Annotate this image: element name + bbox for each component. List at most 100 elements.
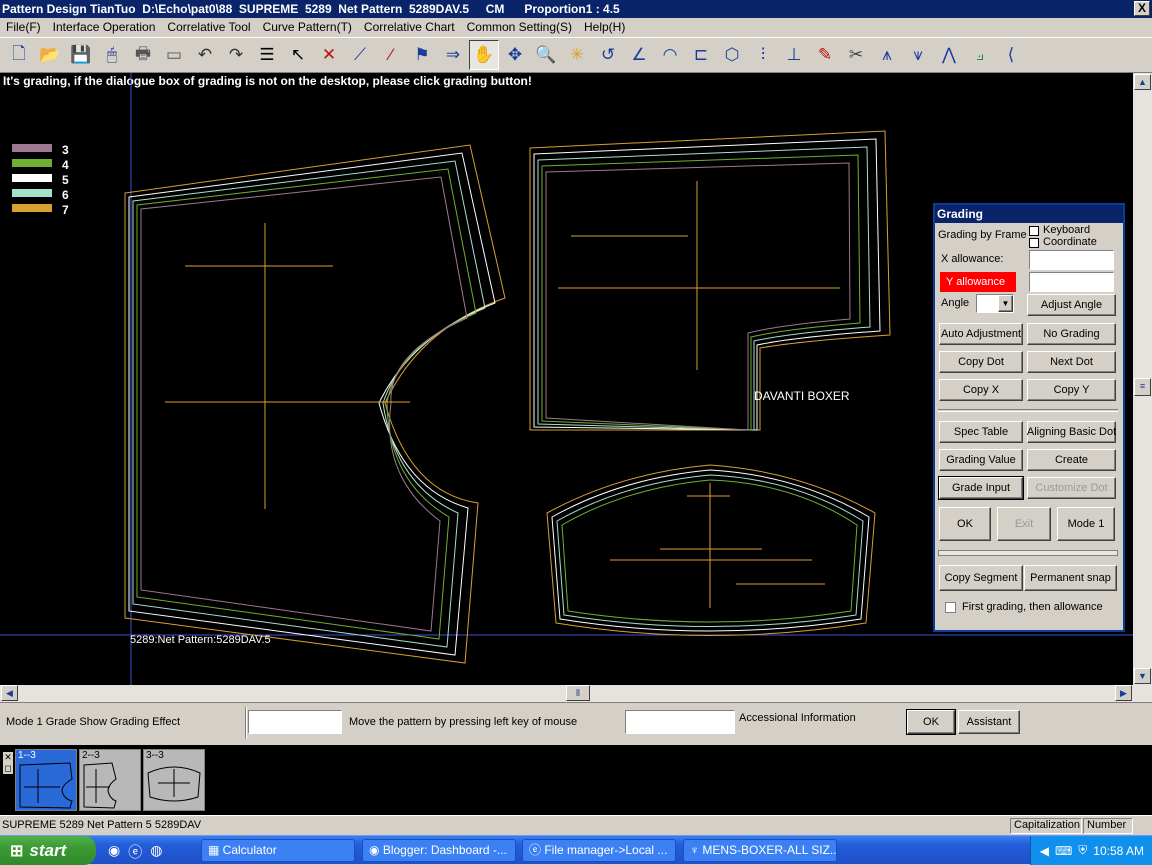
flag-icon[interactable]: ⚑ [407, 40, 437, 70]
printer-icon[interactable]: 🖶 [128, 40, 158, 70]
horizontal-scroll-thumb[interactable]: ⦀ [566, 685, 590, 701]
auto-adjustment-button[interactable]: Auto Adjustment [939, 323, 1023, 345]
tray-arrow-icon[interactable]: ◀ [1040, 844, 1049, 858]
undo-icon[interactable]: ↶ [190, 40, 220, 70]
pan-hand-icon[interactable]: ✋ [469, 40, 499, 70]
ok-button[interactable]: OK [939, 507, 991, 541]
thumbnail-2[interactable]: 2--3 [79, 749, 141, 811]
zigzag-icon[interactable]: ⋀ [934, 40, 964, 70]
scroll-right-icon[interactable]: ▶ [1115, 685, 1132, 701]
measure-icon[interactable]: ⬡ [717, 40, 747, 70]
notch-icon[interactable]: ◠ [655, 40, 685, 70]
task-file-manager[interactable]: ⓔ File manager->Local ... [522, 839, 676, 862]
menu-interface-operation[interactable]: Interface Operation [47, 18, 162, 37]
pant-front-icon[interactable]: ⩚ [872, 40, 902, 70]
mode-status: Mode 1 Grade Show Grading Effect [6, 716, 181, 728]
cross-cut-icon[interactable]: ✕ [314, 40, 344, 70]
ie-icon[interactable]: ⓔ [128, 842, 142, 862]
customize-dot-button[interactable]: Customize Dot [1027, 477, 1116, 499]
pencil-icon[interactable]: ✎ [810, 40, 840, 70]
firefox-icon[interactable]: ◍ [150, 842, 162, 862]
adjust-angle-button[interactable]: Adjust Angle [1027, 294, 1116, 316]
curve-tool-icon[interactable]: ↺ [593, 40, 623, 70]
clock[interactable]: 10:58 AM [1093, 844, 1144, 858]
plotter-icon[interactable]: ▭ [159, 40, 189, 70]
task-blogger[interactable]: ◉ Blogger: Dashboard -... [362, 839, 516, 862]
antivirus-icon[interactable]: ⛨ [1078, 843, 1087, 858]
save-disk-icon[interactable]: 💾 [66, 40, 96, 70]
ruler-icon[interactable]: ⫶ [748, 40, 778, 70]
grading-value-button[interactable]: Grading Value [939, 449, 1023, 471]
x-allowance-input[interactable] [1029, 250, 1114, 270]
mirror-icon[interactable]: ⟨ [996, 40, 1026, 70]
new-file-icon[interactable]: 🗋 [4, 40, 34, 70]
grade-input-button[interactable]: Grade Input [938, 476, 1024, 500]
task-mens-boxer[interactable]: ♆ MENS-BOXER-ALL SIZ... [683, 839, 837, 862]
vertical-scrollbar[interactable]: ▲ ≡ ▼ [1133, 73, 1152, 702]
horizontal-scrollbar[interactable]: ◀ ⦀ ▶ [0, 685, 1133, 702]
list-icon[interactable]: ☰ [252, 40, 282, 70]
move-cross-icon[interactable]: ✥ [500, 40, 530, 70]
menu-help[interactable]: Help(H) [578, 18, 631, 37]
first-grading-checkbox[interactable] [945, 602, 956, 613]
pattern-caption: 5289:Net Pattern:5289DAV.5 [130, 634, 271, 646]
thumbnail-1[interactable]: 1--3 [15, 749, 77, 811]
thumbnail-1-preview [19, 762, 73, 809]
grade-chart-icon[interactable]: ⟓ [965, 40, 995, 70]
copy-segment-button[interactable]: Copy Segment [939, 565, 1023, 591]
status-ok-button[interactable]: OK [906, 709, 956, 735]
menu-correlative-chart[interactable]: Correlative Chart [358, 18, 461, 37]
redo-icon[interactable]: ↷ [221, 40, 251, 70]
pointer-icon[interactable]: ↖ [283, 40, 313, 70]
language-icon[interactable]: ⌨ [1055, 844, 1072, 858]
aligning-basic-dot-button[interactable]: Aligning Basic Dot [1027, 421, 1116, 443]
copy-y-button[interactable]: Copy Y [1027, 379, 1116, 401]
close-button[interactable]: X [1134, 1, 1150, 16]
piece-label: DAVANTI BOXER [754, 389, 850, 403]
menu-correlative-tool[interactable]: Correlative Tool [161, 18, 256, 37]
open-folder-icon[interactable]: 📂 [35, 40, 65, 70]
scissors-icon[interactable]: ✂ [841, 40, 871, 70]
axis-icon[interactable]: ⊥ [779, 40, 809, 70]
create-button[interactable]: Create [1027, 449, 1116, 471]
pant-back-icon[interactable]: ⩛ [903, 40, 933, 70]
start-button[interactable]: ⊞ start [0, 836, 96, 865]
mouse-icon[interactable]: 🖱 [97, 40, 127, 70]
permanent-snap-button[interactable]: Permanent snap [1024, 565, 1117, 591]
exit-button[interactable]: Exit [997, 507, 1051, 541]
first-grading-label: First grading, then allowance [962, 601, 1103, 613]
menu-common-setting[interactable]: Common Setting(S) [461, 18, 578, 37]
angle-tool-icon[interactable]: ∠ [624, 40, 654, 70]
task-calculator[interactable]: ▦ Calculator [201, 839, 355, 862]
task-blogger-label: Blogger: Dashboard -... [382, 843, 507, 857]
line-pattern-icon[interactable]: ⟋ [345, 40, 375, 70]
grade-frame-icon[interactable]: ⊏ [686, 40, 716, 70]
mode1-button[interactable]: Mode 1 [1057, 507, 1115, 541]
chevron-down-icon[interactable]: ▼ [998, 295, 1013, 312]
zoom-icon[interactable]: 🔍 [531, 40, 561, 70]
chrome-icon[interactable]: ◉ [108, 842, 120, 862]
vertical-scroll-thumb[interactable]: ≡ [1134, 378, 1151, 396]
point-edit-icon[interactable]: ⁄ [376, 40, 406, 70]
angle-select[interactable]: ▼ [976, 294, 1014, 313]
menu-curve-pattern[interactable]: Curve Pattern(T) [257, 18, 358, 37]
coordinate-checkbox[interactable] [1029, 238, 1039, 248]
thumb-close-icon[interactable]: ✕ ◻ [3, 752, 13, 774]
status-input-2[interactable] [625, 710, 735, 734]
spec-table-button[interactable]: Spec Table [939, 421, 1023, 443]
scroll-up-icon[interactable]: ▲ [1134, 74, 1151, 90]
y-allowance-input[interactable] [1029, 272, 1114, 292]
copy-dot-button[interactable]: Copy Dot [939, 351, 1023, 373]
arrow-right-icon[interactable]: ⇒ [438, 40, 468, 70]
scroll-down-icon[interactable]: ▼ [1134, 668, 1151, 684]
assistant-button[interactable]: Assistant [958, 710, 1020, 734]
copy-x-button[interactable]: Copy X [939, 379, 1023, 401]
scroll-left-icon[interactable]: ◀ [1, 685, 18, 701]
keyboard-checkbox[interactable] [1029, 226, 1039, 236]
star-point-icon[interactable]: ✳ [562, 40, 592, 70]
no-grading-button[interactable]: No Grading [1027, 323, 1116, 345]
thumbnail-3[interactable]: 3--3 [143, 749, 205, 811]
menu-file[interactable]: File(F) [0, 18, 47, 37]
status-input-1[interactable] [248, 710, 342, 734]
next-dot-button[interactable]: Next Dot [1027, 351, 1116, 373]
